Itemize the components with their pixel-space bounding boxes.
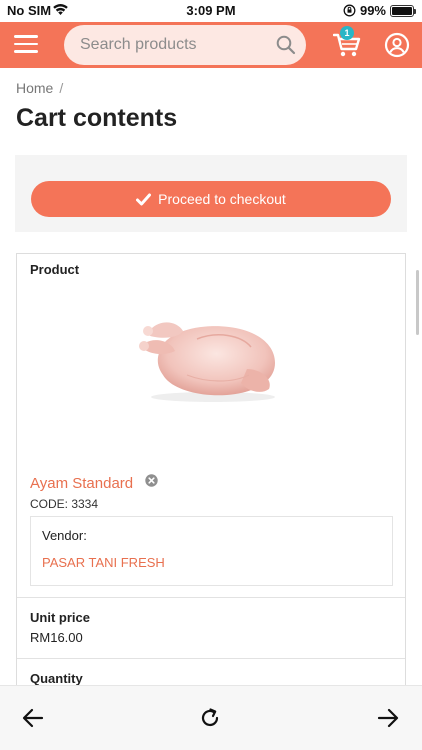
search-input[interactable] [80,25,270,65]
row-divider [17,658,405,659]
app-header: 1 [0,22,422,68]
breadcrumb-separator: / [59,80,64,96]
cart-count-badge: 1 [340,26,354,40]
bottom-toolbar [0,685,422,750]
battery-icon [390,4,416,17]
product-code: CODE: 3334 [30,497,99,511]
checkout-button-label: Proceed to checkout [158,191,286,207]
breadcrumb: Home / [16,80,63,96]
product-column-header: Product [30,262,80,277]
status-bar: No SIM 3:09 PM 99% [0,0,422,22]
checkout-panel: Proceed to checkout [15,155,407,232]
row-divider [17,597,405,598]
battery-fill [392,6,412,15]
search-box[interactable] [64,25,306,65]
vendor-name-link[interactable]: PASAR TANI FRESH [42,555,165,570]
back-arrow-icon[interactable] [22,708,44,728]
product-image[interactable] [137,309,285,404]
scrollbar[interactable] [416,270,419,335]
vendor-box: Vendor: PASAR TANI FRESH [30,516,393,586]
reload-icon[interactable] [199,707,221,729]
battery-percent: 99% [359,3,386,18]
quantity-label: Quantity [30,671,83,686]
unit-price-label: Unit price [30,610,90,625]
status-right: 99% [343,3,416,18]
unit-price-value: RM16.00 [30,630,83,645]
product-name-link[interactable]: Ayam Standard [30,475,133,492]
breadcrumb-home-link[interactable]: Home [16,80,53,96]
proceed-to-checkout-button[interactable]: Proceed to checkout [31,181,391,217]
remove-item-icon[interactable] [145,474,158,487]
orientation-lock-icon [343,4,356,17]
account-icon[interactable] [384,32,410,58]
forward-arrow-icon[interactable] [377,708,399,728]
search-icon[interactable] [276,35,296,55]
menu-icon[interactable] [14,35,38,53]
vendor-label: Vendor: [42,528,87,543]
cart-item-card: Product Ayam Standard CODE: 3334 Vendor:… [16,253,406,703]
checkmark-icon [136,193,152,205]
page-title: Cart contents [16,104,178,132]
